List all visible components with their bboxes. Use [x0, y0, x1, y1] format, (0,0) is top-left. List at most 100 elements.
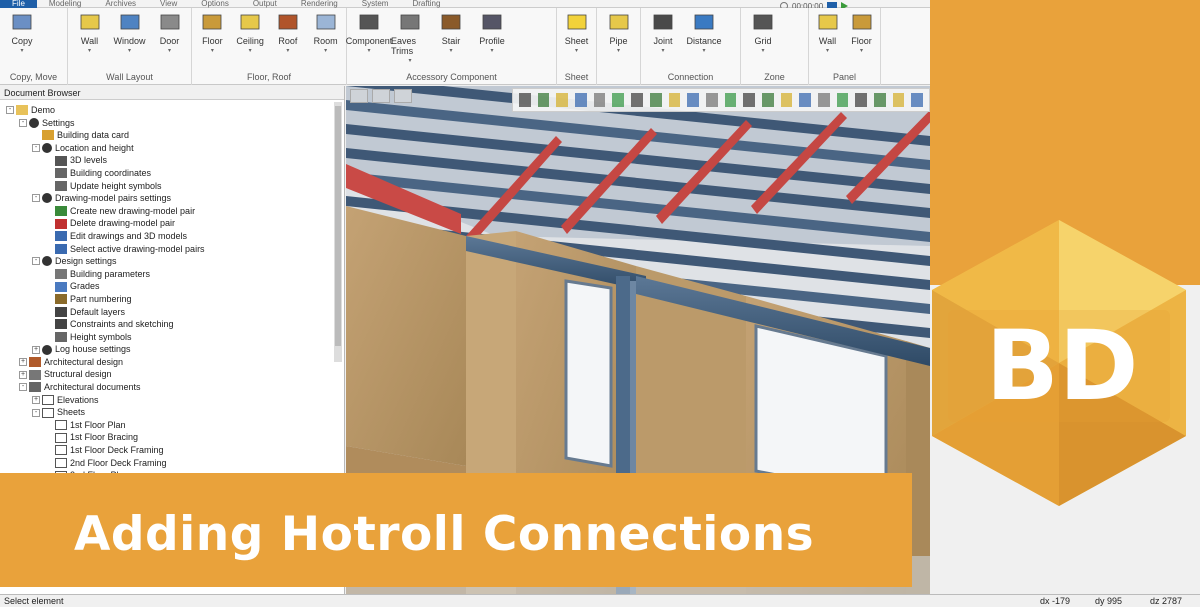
- view-tool-icon[interactable]: [743, 93, 755, 107]
- view-tool-icon[interactable]: [855, 93, 868, 107]
- wall-icon: [816, 12, 840, 32]
- tree-scrollbar[interactable]: [334, 102, 342, 362]
- sheet-icon: [55, 420, 67, 431]
- view-tool-icon[interactable]: [631, 93, 643, 107]
- view-mode-icon[interactable]: [394, 89, 412, 103]
- tree-item[interactable]: Edit drawings and 3D models: [0, 230, 344, 243]
- tree-item[interactable]: Delete drawing-model pair: [0, 217, 344, 230]
- tree-item[interactable]: 1st Floor Bracing: [0, 431, 344, 444]
- sheet-icon: [55, 432, 67, 443]
- tree-item[interactable]: - Architectural documents: [0, 381, 344, 394]
- tree-item[interactable]: - Settings: [0, 117, 344, 130]
- tree-item[interactable]: Building data card: [0, 129, 344, 142]
- tree-item-label: Demo: [31, 105, 56, 115]
- tree-item[interactable]: Building parameters: [0, 268, 344, 281]
- tree-item[interactable]: + Architectural design: [0, 356, 344, 369]
- view-tool-icon[interactable]: [537, 93, 550, 107]
- sheet-icon: [565, 12, 589, 32]
- height-icon: [55, 180, 67, 191]
- view-tool-icon[interactable]: [724, 93, 737, 107]
- view-tool-icon[interactable]: [761, 93, 774, 107]
- view-tool-icon[interactable]: [892, 93, 905, 107]
- expand-icon[interactable]: +: [32, 345, 40, 354]
- collapse-icon[interactable]: -: [19, 383, 27, 392]
- tree-item[interactable]: + Structural design: [0, 368, 344, 381]
- copy-icon: [10, 12, 34, 32]
- view-tool-icon[interactable]: [874, 93, 886, 107]
- collapse-icon[interactable]: -: [19, 118, 27, 127]
- document-browser-title: Document Browser: [0, 86, 344, 100]
- ribbon-group-title: Floor, Roof: [246, 72, 292, 82]
- menu-tab-file[interactable]: File: [0, 0, 37, 8]
- menu-tab-system[interactable]: System: [350, 0, 401, 8]
- collapse-icon[interactable]: -: [6, 106, 14, 115]
- tool-label: Roof: [278, 36, 298, 46]
- menu-tab-view[interactable]: View: [148, 0, 189, 8]
- dropdown-arrow-icon: ▾: [574, 48, 578, 54]
- view-tool-icon[interactable]: [780, 93, 793, 107]
- view-tool-icon[interactable]: [649, 93, 662, 107]
- collapse-icon[interactable]: -: [32, 194, 40, 203]
- view-tool-icon[interactable]: [575, 93, 587, 107]
- tool-label: Grid: [754, 36, 772, 46]
- menu-tab-options[interactable]: Options: [189, 0, 241, 8]
- view-mode-icon[interactable]: [350, 89, 368, 103]
- tree-item-label: Create new drawing-model pair: [70, 205, 196, 216]
- view-tool-icon[interactable]: [836, 93, 849, 107]
- tree-item[interactable]: - Design settings: [0, 255, 344, 268]
- view-tool-icon[interactable]: [705, 93, 718, 107]
- view-tool-icon[interactable]: [668, 93, 681, 107]
- expand-icon[interactable]: +: [19, 370, 27, 379]
- tree-item[interactable]: + Log house settings: [0, 343, 344, 356]
- view-tool-icon[interactable]: [799, 93, 811, 107]
- menu-tab-rendering[interactable]: Rendering: [289, 0, 350, 8]
- menu-tab-output[interactable]: Output: [241, 0, 289, 8]
- tree-item[interactable]: Grades: [0, 280, 344, 293]
- tool-pipe-button[interactable]: Pipe ▾: [600, 12, 637, 85]
- tree-item-label: Delete drawing-model pair: [70, 218, 176, 229]
- view-tool-icon[interactable]: [687, 93, 699, 107]
- collapse-icon[interactable]: -: [32, 257, 40, 266]
- menu-tab-modeling[interactable]: Modeling: [37, 0, 93, 8]
- view-tool-icon[interactable]: [612, 93, 625, 107]
- tree-item[interactable]: Part numbering: [0, 293, 344, 306]
- tool-label: Profile: [479, 36, 505, 46]
- tree-item[interactable]: 2nd Floor Deck Framing: [0, 457, 344, 470]
- tree-item[interactable]: Select active drawing-model pairs: [0, 243, 344, 256]
- menu-tab-drafting[interactable]: Drafting: [400, 0, 452, 8]
- component-icon: [357, 12, 381, 32]
- tree-item[interactable]: Building coordinates: [0, 167, 344, 180]
- tree-item[interactable]: Constraints and sketching: [0, 318, 344, 331]
- menu-tab-archives[interactable]: Archives: [93, 0, 148, 8]
- tree-item-label: Location and height: [55, 142, 134, 153]
- tree-item[interactable]: - Location and height: [0, 142, 344, 155]
- floor-icon: [200, 12, 224, 32]
- view-tool-icon[interactable]: [911, 93, 924, 107]
- tree-item[interactable]: - Demo: [0, 104, 344, 117]
- tree-item-label: Default layers: [70, 306, 126, 317]
- tree-item[interactable]: - Drawing-model pairs settings: [0, 192, 344, 205]
- tree-item[interactable]: Default layers: [0, 306, 344, 319]
- tree-item[interactable]: Height symbols: [0, 331, 344, 344]
- scrollbar-thumb[interactable]: [335, 106, 341, 346]
- ribbon-group-title: Copy, Move: [9, 72, 58, 82]
- view-tool-icon[interactable]: [519, 93, 531, 107]
- tree-item[interactable]: Update height symbols: [0, 180, 344, 193]
- tool-label: Joint: [653, 36, 673, 46]
- view-tool-icon[interactable]: [593, 93, 606, 107]
- tree-item[interactable]: 1st Floor Plan: [0, 419, 344, 432]
- collapse-icon[interactable]: -: [32, 144, 40, 153]
- expand-icon[interactable]: +: [19, 358, 27, 367]
- expand-icon[interactable]: +: [32, 395, 40, 404]
- tree-item[interactable]: - Sheets: [0, 406, 344, 419]
- dropdown-arrow-icon: ▾: [286, 48, 290, 54]
- collapse-icon[interactable]: -: [32, 408, 40, 417]
- tree-item[interactable]: + Elevations: [0, 394, 344, 407]
- tree-item[interactable]: 3D levels: [0, 154, 344, 167]
- tree-item[interactable]: 1st Floor Deck Framing: [0, 444, 344, 457]
- view-tool-icon[interactable]: [818, 93, 830, 107]
- tree-item[interactable]: Create new drawing-model pair: [0, 205, 344, 218]
- tool-label: Wall: [80, 36, 99, 46]
- view-mode-icon[interactable]: [372, 89, 390, 103]
- view-tool-icon[interactable]: [556, 93, 569, 107]
